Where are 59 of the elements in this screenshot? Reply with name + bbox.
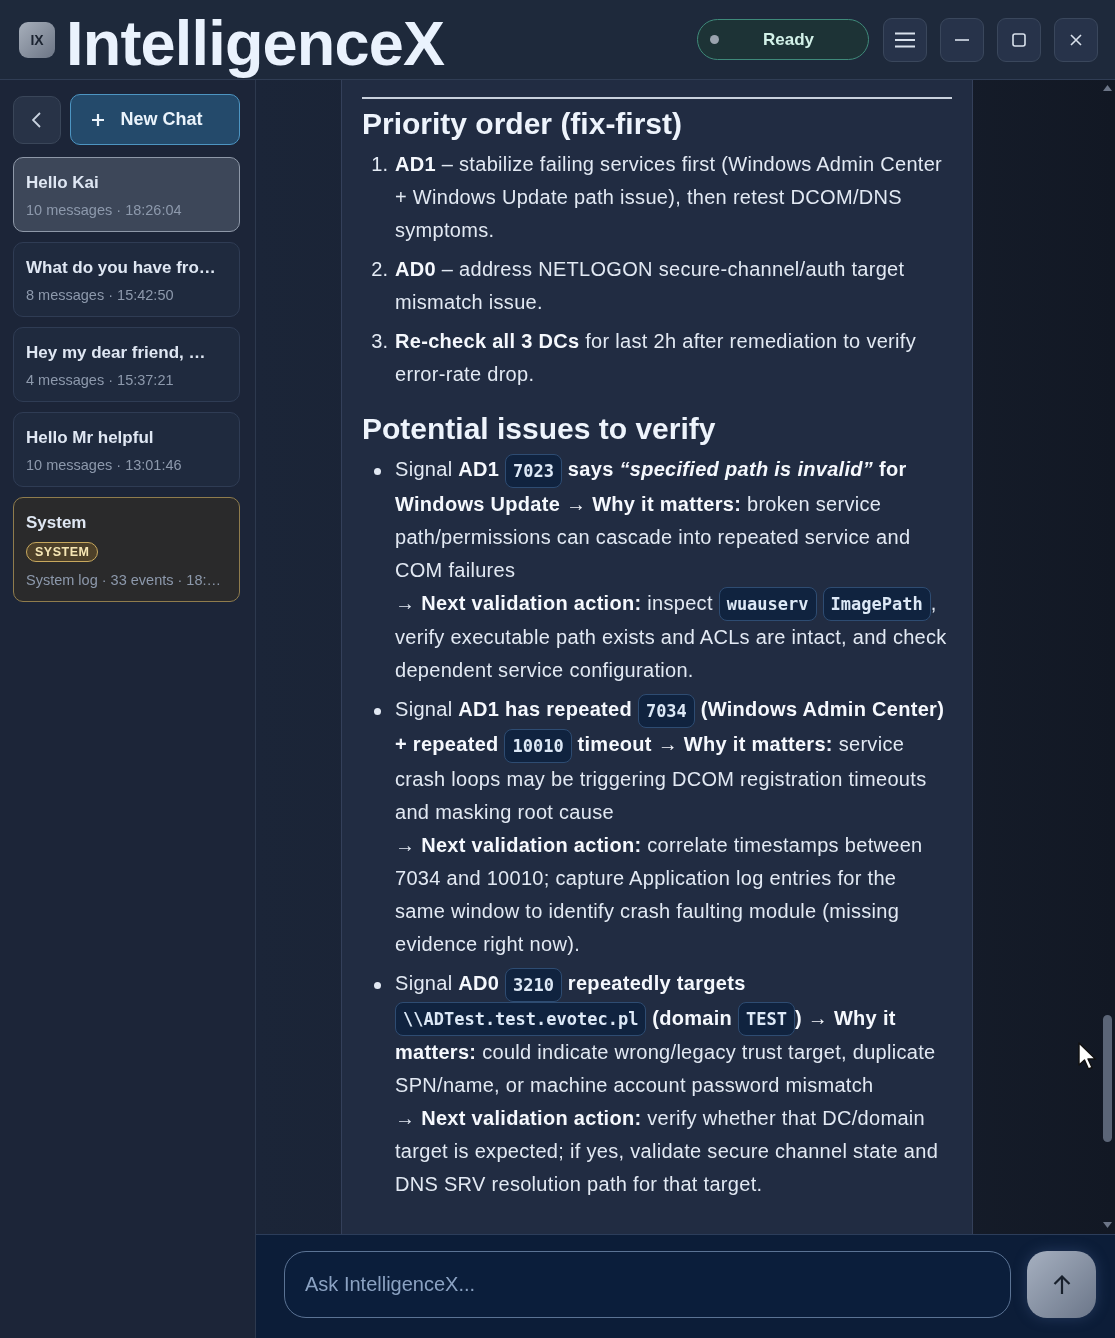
conversation-title: Hey my dear friend, … xyxy=(26,342,206,364)
section-heading: Potential issues to verify xyxy=(362,411,717,447)
maximize-button[interactable] xyxy=(997,17,1041,62)
mouse-pointer-icon xyxy=(1078,1042,1097,1070)
conversation-item[interactable]: Hey my dear friend, … 4 messages · 15:37:21 xyxy=(13,327,240,402)
list-item-text: AD0 – address NETLOGON secure-channel/auth target mismatch issue. xyxy=(395,257,906,315)
conversation-title: System xyxy=(26,512,87,534)
conversation-item[interactable]: Hello Kai 10 messages · 18:26:04 xyxy=(13,157,240,232)
close-button[interactable] xyxy=(1054,17,1098,62)
inline-code: 7034 xyxy=(637,694,695,729)
list-item-text: → Next validation action: inspect wuauserv ImagePath , verify executable path exists and ACLs are intact, and check dependent service configuration. xyxy=(395,586,952,688)
section-heading: Priority order (fix-first) xyxy=(362,106,684,142)
conversation-title: Hello Kai xyxy=(26,172,99,194)
conversation-item[interactable]: What do you have fro… 8 messages · 15:42:50 xyxy=(13,242,240,317)
bullet-icon xyxy=(374,981,381,989)
menu-button[interactable] xyxy=(883,17,927,62)
conversation-meta: 8 messages · 15:42:50 xyxy=(26,286,174,305)
close-icon xyxy=(1070,33,1082,46)
scroll-up-icon[interactable] xyxy=(1103,85,1112,91)
menu-icon xyxy=(895,31,915,48)
list-item-text: → Next validation action: verify whether that DC/domain target is expected; if yes, validate secure channel state and DNS SRV resolution path for that target. xyxy=(395,1106,940,1198)
minimize-icon xyxy=(955,38,969,41)
conversation-meta: 10 messages · 13:01:46 xyxy=(26,456,182,475)
plus-icon xyxy=(91,113,104,126)
conversation-meta: System log · 33 events · 18:… xyxy=(26,571,222,590)
list-item-text: AD1 – stabilize failing services first (Windows Admin Center + Windows Update path issue), then retest DCOM/DNS symptoms. xyxy=(395,152,944,243)
conversation-item[interactable]: System SYSTEM System log · 33 events · 18:… xyxy=(13,497,240,602)
list-number: 3. xyxy=(370,329,389,354)
list-number: 2. xyxy=(370,257,389,282)
inline-code: 7023 xyxy=(505,453,562,488)
scroll-down-icon[interactable] xyxy=(1103,1222,1112,1228)
inline-code: TEST xyxy=(738,1002,795,1037)
bullet-icon xyxy=(374,468,381,475)
send-button[interactable] xyxy=(1027,1251,1096,1318)
conversation-item[interactable]: Hello Mr helpful 10 messages · 13:01:46 xyxy=(13,412,240,487)
chevron-left-icon xyxy=(32,111,42,128)
system-badge: SYSTEM xyxy=(26,542,99,562)
new-chat-button[interactable]: New Chat xyxy=(69,94,240,145)
inline-code: ImagePath xyxy=(822,587,931,622)
conversation-meta: 10 messages · 18:26:04 xyxy=(26,201,182,220)
inline-code: 10010 xyxy=(504,728,572,763)
bullet-icon xyxy=(374,708,381,716)
status-label: Ready xyxy=(763,29,815,50)
conversation-meta: 4 messages · 15:37:21 xyxy=(26,371,174,390)
list-item-text: → Next validation action: correlate timestamps between 7034 and 10010; capture Application log entries for the same window to identify crash faulting module (missing evidence right now). xyxy=(395,832,924,957)
inline-code: wuauserv xyxy=(718,587,817,622)
scrollbar-thumb[interactable] xyxy=(1103,1015,1112,1142)
list-number: 1. xyxy=(370,152,389,177)
inline-code: 3210 xyxy=(505,967,562,1002)
inline-code: \\ADTest.test.evotec.pl xyxy=(395,1002,647,1037)
status-dot-icon xyxy=(710,35,719,44)
app-title: IntelligenceX xyxy=(66,8,445,77)
logo-badge: IX xyxy=(19,21,55,58)
message-input[interactable]: Ask IntelligenceX... xyxy=(284,1251,1011,1318)
conversation-title: What do you have fro… xyxy=(26,257,216,279)
arrow-up-icon xyxy=(1052,1274,1071,1295)
conversation-title: Hello Mr helpful xyxy=(26,427,154,449)
maximize-icon xyxy=(1012,32,1026,47)
list-item-text: Re-check all 3 DCs for last 2h after remediation to verify error-rate drop. xyxy=(395,329,917,387)
